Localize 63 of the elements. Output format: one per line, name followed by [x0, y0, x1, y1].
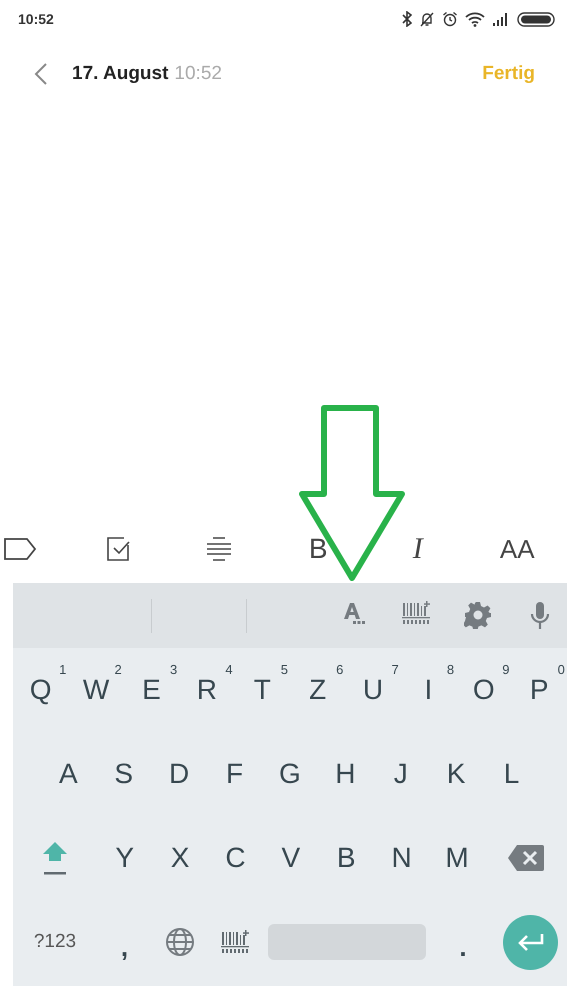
key[interactable]: J	[373, 744, 428, 804]
text-style-icon[interactable]	[342, 600, 366, 624]
number-hint: 5	[280, 662, 288, 677]
signal-icon	[492, 12, 510, 26]
key[interactable]: O 9	[456, 660, 512, 720]
key[interactable]: N	[374, 828, 430, 888]
number-hint: 0	[558, 662, 565, 677]
key[interactable]: Z 6	[290, 660, 346, 720]
number-hint: 2	[114, 662, 122, 677]
note-date: 17. August	[72, 63, 168, 85]
wifi-icon	[465, 12, 485, 26]
barcode-icon[interactable]	[220, 930, 250, 954]
italic-button[interactable]: I	[410, 532, 425, 566]
number-hint: 7	[392, 662, 399, 677]
key[interactable]: B	[318, 828, 374, 888]
number-hint: 3	[170, 662, 178, 677]
key[interactable]: X	[152, 828, 208, 888]
backspace-icon[interactable]	[506, 844, 545, 872]
number-hint: 9	[502, 662, 510, 677]
key[interactable]: G	[262, 744, 318, 804]
key[interactable]: I 8	[400, 660, 456, 720]
key[interactable]: .	[443, 912, 483, 972]
key[interactable]: Y	[97, 828, 152, 888]
key[interactable]: D	[151, 744, 207, 804]
key[interactable]: U 7	[345, 660, 401, 720]
key[interactable]: E 3	[124, 660, 180, 720]
microphone-icon[interactable]	[530, 600, 550, 630]
bluetooth-icon	[402, 11, 412, 27]
tag-icon[interactable]	[2, 537, 37, 561]
symbols-key[interactable]: ?123	[20, 912, 90, 972]
back-icon[interactable]	[34, 62, 48, 86]
number-hint: 1	[59, 662, 66, 677]
align-center-icon[interactable]	[204, 536, 233, 562]
bold-button[interactable]: B	[306, 533, 330, 565]
enter-icon	[516, 932, 544, 952]
key[interactable]: F	[206, 744, 262, 804]
number-hint: 6	[336, 662, 344, 677]
settings-icon[interactable]	[464, 600, 492, 628]
key[interactable]: S	[96, 744, 152, 804]
checkbox-icon[interactable]	[106, 536, 132, 562]
key[interactable]: ,	[104, 912, 144, 972]
key[interactable]: R 4	[179, 660, 235, 720]
key[interactable]: M	[429, 828, 485, 888]
number-hint: 8	[446, 662, 454, 677]
number-hint: 4	[225, 662, 233, 677]
key[interactable]: L	[484, 744, 540, 804]
barcode-icon[interactable]	[401, 600, 431, 624]
key[interactable]: V	[263, 828, 319, 888]
key[interactable]: Q 1	[13, 660, 68, 720]
key[interactable]: C	[208, 828, 264, 888]
key[interactable]: T 5	[234, 660, 290, 720]
text-size-button[interactable]: AA	[496, 534, 539, 564]
key[interactable]: H	[318, 744, 374, 804]
key[interactable]: P 0	[512, 660, 567, 720]
alarm-clock-icon	[442, 11, 458, 27]
key[interactable]: K	[428, 744, 484, 804]
key[interactable]: A	[40, 744, 96, 804]
key[interactable]: W 2	[68, 660, 124, 720]
globe-icon[interactable]	[164, 927, 194, 957]
clock-time: 10:52	[18, 11, 54, 27]
battery-icon	[517, 12, 555, 26]
note-time: 10:52	[174, 63, 222, 85]
muted-bell-icon	[419, 11, 435, 27]
